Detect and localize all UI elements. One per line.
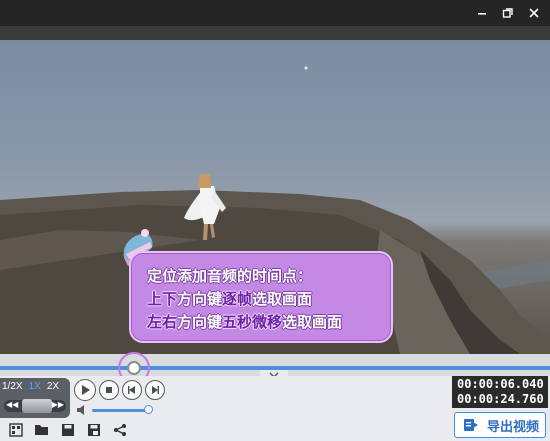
playhead-handle[interactable] (127, 361, 141, 375)
speed-up-icon[interactable]: ▶▶ (52, 400, 64, 409)
timeline[interactable] (0, 352, 550, 384)
save-button[interactable] (60, 422, 76, 438)
next-frame-icon (152, 386, 159, 394)
caption-text: 方向键 (177, 290, 223, 308)
restore-button[interactable] (498, 4, 518, 22)
bottom-toolbar: 导出视频 (0, 412, 550, 441)
save-as-icon (88, 424, 100, 436)
next-frame-button[interactable] (145, 380, 165, 400)
total-time: 00:00:24.760 (457, 392, 544, 406)
play-button[interactable] (74, 379, 96, 401)
caption-key-frame: 逐帧 (222, 290, 253, 308)
speed-panel: 1/2X 1X 2X ◀◀ ▶▶ (0, 378, 70, 418)
instruction-caption: 定位添加音频的时间点： 上下方向键逐帧选取画面 左右方向键五秒微移选取画面 (129, 251, 393, 343)
open-folder-button[interactable] (34, 422, 50, 438)
speed-options: 1/2X 1X 2X (2, 381, 59, 392)
volume-icon[interactable] (76, 404, 88, 416)
close-icon (529, 8, 539, 18)
title-bar (0, 0, 550, 26)
add-file-icon (9, 423, 23, 437)
prev-frame-icon (128, 386, 135, 394)
window-controls (472, 4, 544, 22)
header-strip (0, 26, 550, 40)
export-video-button[interactable]: 导出视频 (454, 412, 546, 438)
slow-down-icon[interactable]: ◀◀ (6, 400, 18, 409)
export-icon (464, 419, 478, 431)
current-time: 00:00:06.040 (457, 377, 544, 391)
export-label: 导出视频 (487, 419, 540, 435)
restore-icon (502, 8, 513, 18)
minimize-button[interactable] (472, 4, 492, 22)
caption-text: 选取画面 (282, 313, 343, 331)
prev-frame-button[interactable] (122, 380, 142, 400)
caption-line-1: 定位添加音频的时间点： (147, 267, 313, 285)
share-icon (114, 424, 126, 436)
speed-normal[interactable]: 1X (29, 381, 41, 392)
add-file-button[interactable] (8, 422, 24, 438)
play-icon (82, 385, 90, 395)
minimize-icon (478, 13, 486, 15)
caption-key-up-down: 上下 (147, 290, 178, 308)
save-icon (62, 424, 74, 436)
playback-buttons (74, 379, 165, 401)
share-button[interactable] (112, 422, 128, 438)
volume-track[interactable] (92, 409, 148, 412)
close-button[interactable] (524, 4, 544, 22)
caption-line-3: 左右方向键五秒微移选取画面 (147, 311, 391, 334)
caption-text: 选取画面 (252, 290, 313, 308)
caption-text: 方向键 (177, 313, 223, 331)
save-as-button[interactable] (86, 422, 102, 438)
volume-control (76, 404, 156, 416)
volume-knob[interactable] (144, 405, 153, 414)
stop-icon (106, 387, 112, 393)
speed-arrows: ◀◀ ▶▶ (6, 400, 64, 409)
file-tools (8, 422, 128, 438)
video-editor-window: 定位添加音频的时间点： 上下方向键逐帧选取画面 左右方向键五秒微移选取画面 1/… (0, 0, 550, 441)
stop-button[interactable] (99, 380, 119, 400)
open-folder-icon (35, 425, 48, 435)
caption-key-five-seconds: 五秒微移 (222, 313, 283, 331)
speed-double[interactable]: 2X (47, 381, 59, 392)
time-display: 00:00:06.040 00:00:24.760 (452, 376, 548, 408)
speed-half[interactable]: 1/2X (2, 381, 23, 392)
caption-line-2: 上下方向键逐帧选取画面 (147, 288, 391, 311)
caption-key-left-right: 左右 (147, 313, 178, 331)
